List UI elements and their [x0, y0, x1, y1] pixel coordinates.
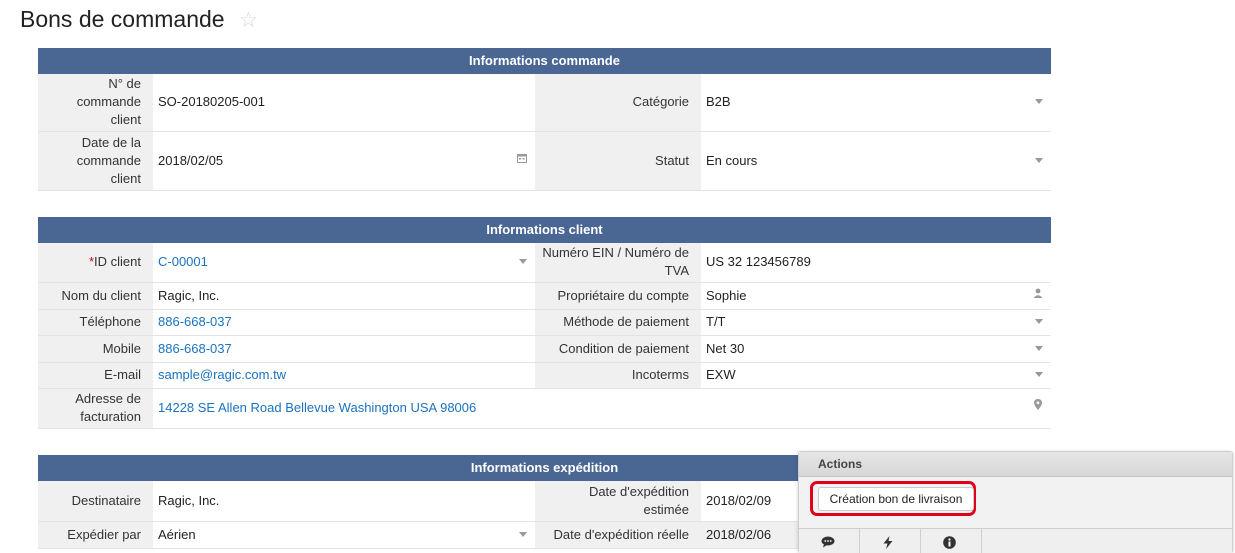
lightning-icon[interactable]: [860, 529, 921, 553]
field-label: Expédier par: [38, 521, 153, 549]
order-date-field[interactable]: 2018/02/05: [153, 131, 535, 191]
client-info-section: Informations client *ID client C-00001 N…: [38, 217, 1051, 429]
dropdown-caret-icon: [1035, 93, 1043, 111]
status-select[interactable]: En cours: [701, 131, 1051, 191]
field-label: Mobile: [38, 335, 153, 363]
billing-address-field[interactable]: 14228 SE Allen Road Bellevue Washington …: [153, 388, 1051, 429]
field-label: N° de commande client: [38, 74, 153, 132]
actions-panel-title: Actions: [799, 452, 1232, 477]
field-label: Date d'expédition réelle: [535, 521, 701, 549]
field-label: Date de la commande client: [38, 131, 153, 191]
account-owner-field[interactable]: Sophie: [701, 282, 1051, 310]
actions-panel: Actions Création bon de livraison: [798, 451, 1233, 553]
client-id-select[interactable]: C-00001: [153, 243, 535, 283]
table-row: Adresse de facturation 14228 SE Allen Ro…: [38, 388, 1051, 429]
map-pin-icon[interactable]: [1033, 399, 1043, 418]
field-label: *ID client: [38, 243, 153, 283]
order-info-section: Informations commande N° de commande cli…: [38, 48, 1051, 191]
comment-icon[interactable]: [799, 529, 860, 553]
page-title: Bons de commande: [20, 6, 225, 32]
ship-via-select[interactable]: Aérien: [153, 521, 535, 549]
field-label: Condition de paiement: [535, 335, 701, 363]
category-select[interactable]: B2B: [701, 74, 1051, 132]
dropdown-caret-icon: [1035, 340, 1043, 358]
field-label: Statut: [535, 131, 701, 191]
user-icon[interactable]: [1033, 287, 1043, 305]
field-label: Numéro EIN / Numéro de TVA: [535, 243, 701, 283]
calendar-icon[interactable]: [517, 152, 527, 170]
table-row: *ID client C-00001 Numéro EIN / Numéro d…: [38, 243, 1051, 283]
order-number-field[interactable]: SO-20180205-001: [153, 74, 535, 132]
dropdown-caret-icon: [1035, 313, 1043, 331]
field-label: Incoterms: [535, 362, 701, 389]
field-label: Téléphone: [38, 309, 153, 336]
section-header-client: Informations client: [38, 217, 1051, 243]
info-icon[interactable]: [921, 529, 982, 553]
table-row: N° de commande client SO-20180205-001 Ca…: [38, 74, 1051, 132]
ein-field[interactable]: US 32 123456789: [701, 243, 1051, 283]
payment-method-select[interactable]: T/T: [701, 309, 1051, 336]
field-label: Catégorie: [535, 74, 701, 132]
phone-field[interactable]: 886-668-037: [153, 309, 535, 336]
field-label: Propriétaire du compte: [535, 282, 701, 310]
dropdown-caret-icon: [519, 253, 527, 271]
favorite-star-icon[interactable]: ☆: [239, 9, 258, 33]
email-field[interactable]: sample@ragic.com.tw: [153, 362, 535, 389]
field-label: Nom du client: [38, 282, 153, 310]
field-label: Destinataire: [38, 481, 153, 522]
actions-toolbar: [799, 528, 1232, 553]
field-label: E-mail: [38, 362, 153, 389]
client-name-field[interactable]: Ragic, Inc.: [153, 282, 535, 310]
create-delivery-note-button[interactable]: Création bon de livraison: [818, 487, 974, 511]
mobile-field[interactable]: 886-668-037: [153, 335, 535, 363]
field-label: Méthode de paiement: [535, 309, 701, 336]
table-row: Nom du client Ragic, Inc. Propriétaire d…: [38, 282, 1051, 310]
payment-terms-select[interactable]: Net 30: [701, 335, 1051, 363]
field-label: Adresse de facturation: [38, 388, 153, 429]
dropdown-caret-icon: [1035, 152, 1043, 170]
table-row: E-mail sample@ragic.com.tw Incoterms EXW: [38, 362, 1051, 389]
table-row: Mobile 886-668-037 Condition de paiement…: [38, 335, 1051, 363]
dropdown-caret-icon: [1035, 366, 1043, 384]
incoterms-select[interactable]: EXW: [701, 362, 1051, 389]
table-row: Téléphone 886-668-037 Méthode de paiemen…: [38, 309, 1051, 336]
field-label: Date d'expédition estimée: [535, 481, 701, 522]
table-row: Date de la commande client 2018/02/05 St…: [38, 131, 1051, 191]
dropdown-caret-icon: [519, 526, 527, 544]
recipient-field[interactable]: Ragic, Inc.: [153, 481, 535, 522]
section-header-order: Informations commande: [38, 48, 1051, 74]
